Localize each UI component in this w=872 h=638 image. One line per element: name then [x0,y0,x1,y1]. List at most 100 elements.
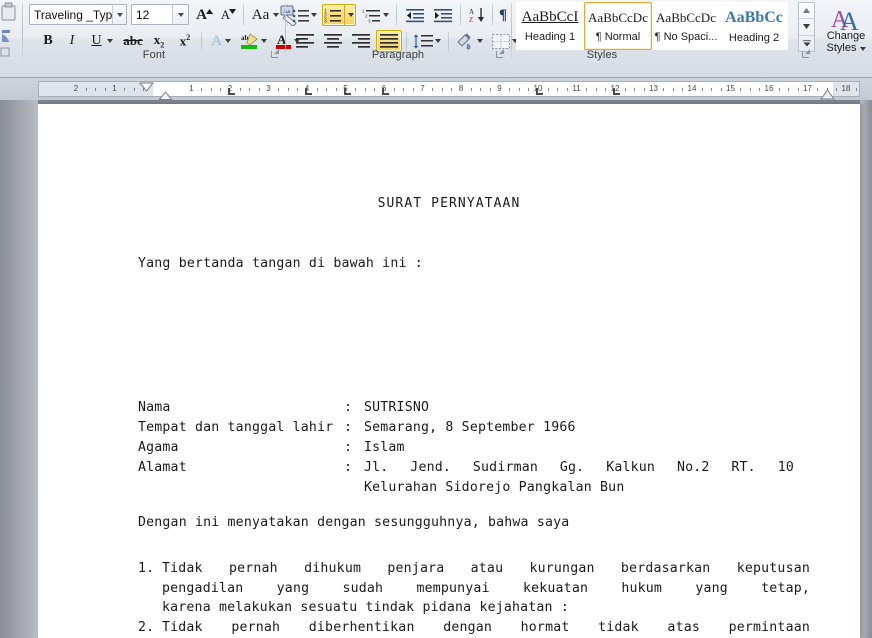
ruler-number: 2 [73,84,79,93]
style-name: Heading 1 [524,31,576,43]
font-name-combo[interactable]: Traveling _Typew [29,4,127,25]
tab-stop-marker[interactable] [228,88,235,95]
ruler-number: 14 [687,84,697,93]
ruler-tick [797,88,799,91]
list-item: 2. Tidak pernah diberhentikan dengan horm… [138,618,810,638]
canvas-left-gutter [0,100,38,638]
bullets-button[interactable] [288,4,320,26]
font-size-combo[interactable]: 12 [131,4,189,25]
ruler-tick [297,88,299,91]
styles-scroll-controls[interactable] [798,2,815,52]
ruler-number: 1 [189,84,194,93]
ruler-tick [403,88,405,91]
info-label: Nama [138,400,171,415]
ruler-tick [663,88,665,91]
styles-scroll-up-button[interactable] [799,3,814,20]
ruler-number: 18 [841,84,851,93]
ruler-tick [316,88,318,91]
ruler-tick [586,88,588,91]
decrease-indent-button[interactable] [402,4,428,26]
ruler-number: 3 [266,84,271,93]
ruler-tick [605,88,607,91]
ruler-tick [393,88,395,91]
styles-scroll-down-button[interactable] [799,19,814,36]
first-line-indent-marker[interactable] [138,79,155,97]
more-styles-icon [802,39,811,47]
ruler-tick [672,88,674,91]
font-name-dropdown-arrow[interactable] [112,5,126,24]
font-dialog-launcher[interactable] [270,49,281,60]
info-colon: : [344,420,353,435]
ruler-tick [201,88,203,91]
pilcrow-icon: ¶ [498,6,508,23]
grow-font-button[interactable]: A [193,4,216,26]
style-name: ¶ No Spaci... [654,30,718,43]
ruler-tick [720,88,722,91]
styles-dialog-launcher[interactable] [801,49,812,60]
ruler-tick [480,88,482,91]
sort-button[interactable]: A Z [464,4,490,26]
document-canvas[interactable]: SURAT PERNYATAAN Yang bertanda tangan di… [0,100,872,638]
numbering-icon: 1 2 3 [324,8,341,23]
ribbon: Traveling _Typew 12 A A Aa Aa [0,0,872,78]
multilevel-list-button[interactable]: 1 2 3 [358,4,392,26]
font-group-label: Font [142,49,166,61]
svg-text:3: 3 [324,18,327,22]
borders-icon [492,33,510,49]
ruler-tick [335,88,337,91]
ruler-number: 7 [420,84,425,93]
info-colon: : [344,440,353,455]
ruler-tick [210,88,212,91]
clipboard-group-partial [0,0,22,62]
ruler-tick [595,88,597,91]
ruler-tick [220,88,222,91]
style-preview: AaBbCcDc [588,9,648,25]
numbering-button[interactable]: 1 2 3 [322,4,356,26]
ruler-tick [432,88,434,91]
tab-stop-marker[interactable] [343,88,351,95]
style-preview: AaBbCc [725,8,783,26]
info-label: Alamat [138,460,187,475]
tab-stop-marker[interactable] [382,88,389,95]
list-item: 1. Tidak pernah dihukum penjara atau kuru… [138,559,810,618]
subscript-label: x2 [153,32,165,50]
ruler-tick [759,88,761,91]
italic-label: I [69,33,75,48]
ruler-band: 2 1 1 2 3 4 5 6 7 8 9 10 11 12 13 14 15 16 17 18 [0,78,872,107]
right-indent-icon [820,89,835,100]
bullets-icon [292,9,309,22]
list-item-number: 2. [138,619,155,635]
tab-stop-marker[interactable] [305,88,312,95]
style-name: Heading 2 [728,31,780,44]
change-styles-button[interactable]: A A Change Styles [818,0,872,56]
shrink-font-button[interactable]: A [217,4,240,26]
document-title: SURAT PERNYATAAN [377,196,521,211]
style-item-4[interactable]: AaBbCc Heading 2 [720,2,788,50]
style-item-3[interactable]: AaBbCcDc ¶ No Spaci... [652,2,720,50]
ruler-tick [518,88,520,91]
ruler-tick [287,88,289,91]
info-value: Semarang, 8 September 1966 [364,420,576,435]
ruler-tick [278,88,280,91]
ruler-tick [817,88,819,91]
ruler-tick [836,88,838,91]
ruler-number: 15 [726,84,735,93]
style-item-1[interactable]: AaBbCcI Heading 1 [516,2,584,50]
list-item-line: pengadilan yang sudah mempunyai kekuatan… [162,580,810,596]
font-size-dropdown-arrow[interactable] [172,5,188,24]
ruler-tick [682,88,684,91]
highlight-icon: ab [240,32,258,49]
document-page[interactable]: SURAT PERNYATAAN Yang bertanda tangan di… [38,104,860,638]
change-case-label: Aa [251,6,270,23]
multilevel-list-icon: 1 2 3 [362,8,380,23]
ruler-tick [566,88,568,91]
list-item-body: Tidak pernah diberhentikan dengan hormat… [162,618,810,638]
font-name-value: Traveling _Typew [34,7,113,22]
ruler-number: 11 [572,84,581,93]
ruler-tick [355,88,357,91]
tab-stop-marker[interactable] [536,88,543,95]
tab-stop-marker[interactable] [613,88,620,95]
style-item-2[interactable]: AaBbCcDc ¶ Normal [584,2,652,50]
increase-indent-button[interactable] [430,4,456,26]
canvas-right-gutter [860,100,872,638]
